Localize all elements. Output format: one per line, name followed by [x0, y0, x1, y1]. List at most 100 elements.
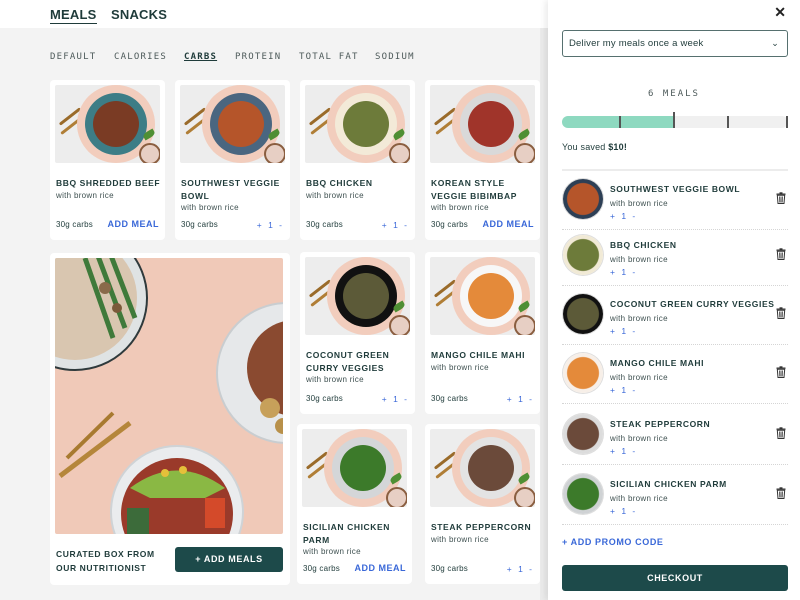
- drink-glass: [389, 143, 410, 163]
- meal-side: with brown rice: [431, 535, 489, 544]
- add-meals-button[interactable]: + ADD MEALS: [175, 547, 283, 572]
- meal-card[interactable]: SOUTHWEST VEGGIE BOWL with brown rice 30…: [175, 80, 290, 240]
- cart-item-name: MANGO CHILE MAHI: [610, 358, 705, 368]
- sort-calories[interactable]: CALORIES: [114, 52, 167, 62]
- cart-item-thumbnail: [563, 353, 603, 393]
- add-meal-button[interactable]: ADD MEAL: [108, 219, 160, 229]
- drink-glass: [514, 487, 535, 507]
- meal-side: with brown rice: [303, 547, 361, 556]
- main-scrollbar[interactable]: [540, 28, 548, 600]
- tab-snacks[interactable]: SNACKS: [111, 7, 167, 22]
- savings-text: You saved $10!: [562, 142, 627, 152]
- checkout-button[interactable]: CHECKOUT: [562, 565, 788, 591]
- add-meal-button[interactable]: ADD MEAL: [355, 563, 407, 573]
- meal-side: with brown rice: [56, 191, 114, 200]
- meal-image: [305, 257, 410, 335]
- quantity-stepper[interactable]: + 1 -: [507, 394, 534, 404]
- meal-carbs: 30g carbs: [431, 394, 468, 403]
- quantity-stepper[interactable]: + 1 -: [382, 394, 409, 404]
- cart-item: STEAK PEPPERCORN with brown rice + 1 -: [562, 407, 788, 465]
- meal-image: [180, 85, 285, 163]
- cart-item-side: with brown rice: [610, 199, 668, 208]
- trash-icon[interactable]: [776, 427, 786, 439]
- meal-carbs: 30g carbs: [181, 220, 218, 229]
- sort-default[interactable]: DEFAULT: [50, 52, 96, 62]
- cart-item-stepper[interactable]: + 1 -: [610, 385, 637, 395]
- trash-icon[interactable]: [776, 366, 786, 378]
- trash-icon[interactable]: [776, 192, 786, 204]
- meal-name: SOUTHWEST VEGGIE BOWL: [181, 178, 280, 201]
- cart-item-thumbnail: [563, 294, 603, 334]
- divider: [562, 169, 788, 171]
- tab-meals[interactable]: MEALS: [50, 7, 97, 24]
- sort-total-fat[interactable]: TOTAL FAT: [299, 52, 359, 62]
- meal-card[interactable]: BBQ SHREDDED BEEF with brown rice 30g ca…: [50, 80, 165, 240]
- cart-item-stepper[interactable]: + 1 -: [610, 267, 637, 277]
- meal-side: with brown rice: [181, 203, 239, 212]
- quantity-stepper[interactable]: + 1 -: [507, 564, 534, 574]
- delivery-frequency-value: Deliver my meals once a week: [569, 38, 704, 49]
- progress-tick-current: [673, 112, 675, 128]
- meal-card[interactable]: BBQ CHICKEN with brown rice 30g carbs + …: [300, 80, 415, 240]
- cart-item: SICILIAN CHICKEN PARM with brown rice + …: [562, 467, 788, 525]
- top-nav: MEALS SNACKS: [0, 0, 548, 28]
- food: [468, 273, 514, 319]
- meal-carbs: 30g carbs: [56, 220, 93, 229]
- close-icon[interactable]: ✕: [774, 4, 786, 21]
- meal-card[interactable]: COCONUT GREEN CURRY VEGGIES with brown r…: [300, 252, 415, 414]
- food: [343, 273, 389, 319]
- food: [93, 101, 139, 147]
- meal-name: MANGO CHILE MAHI: [431, 350, 526, 360]
- meal-side: with brown rice: [431, 203, 489, 212]
- delivery-frequency-select[interactable]: Deliver my meals once a week ⌄: [562, 30, 788, 57]
- drink-glass: [264, 143, 285, 163]
- sort-carbs[interactable]: CARBS: [184, 52, 217, 62]
- cart-item: COCONUT GREEN CURRY VEGGIES with brown r…: [562, 287, 788, 345]
- chevron-down-icon: ⌄: [771, 38, 779, 48]
- meal-image: [305, 85, 410, 163]
- trash-icon[interactable]: [776, 307, 786, 319]
- cart-item-thumbnail: [563, 235, 603, 275]
- meal-card[interactable]: MANGO CHILE MAHI with brown rice 30g car…: [425, 252, 540, 414]
- quantity-stepper[interactable]: + 1 -: [257, 220, 284, 230]
- meal-carbs: 30g carbs: [306, 394, 343, 403]
- cart-item: SOUTHWEST VEGGIE BOWL with brown rice + …: [562, 172, 788, 230]
- quantity-stepper[interactable]: + 1 -: [382, 220, 409, 230]
- cart-item-side: with brown rice: [610, 373, 668, 382]
- cart-item-name: BBQ CHICKEN: [610, 240, 677, 250]
- meal-card[interactable]: SICILIAN CHICKEN PARM with brown rice 30…: [297, 424, 412, 584]
- cart-item-name: SOUTHWEST VEGGIE BOWL: [610, 184, 741, 194]
- food: [343, 101, 389, 147]
- drink-glass: [139, 143, 160, 163]
- meal-card[interactable]: KOREAN STYLE VEGGIE BIBIMBAP with brown …: [425, 80, 540, 240]
- meals-count: 6 MEALS: [648, 89, 700, 99]
- food: [468, 101, 514, 147]
- meal-carbs: 30g carbs: [431, 220, 468, 229]
- savings-prefix: You saved: [562, 142, 609, 152]
- cart-item-side: with brown rice: [610, 314, 668, 323]
- meal-name: COCONUT GREEN CURRY VEGGIES: [306, 350, 390, 373]
- meal-card[interactable]: STEAK PEPPERCORN with brown rice 30g car…: [425, 424, 540, 584]
- meals-progress-bar: [562, 112, 788, 128]
- meal-image: [430, 429, 535, 507]
- meal-carbs: 30g carbs: [431, 564, 468, 573]
- cart-item-stepper[interactable]: + 1 -: [610, 326, 637, 336]
- sort-sodium[interactable]: SODIUM: [375, 52, 415, 62]
- drink-glass: [514, 143, 535, 163]
- trash-icon[interactable]: [776, 248, 786, 260]
- meal-name: BBQ CHICKEN: [306, 178, 373, 188]
- sort-protein[interactable]: PROTEIN: [235, 52, 281, 62]
- meal-name: BBQ SHREDDED BEEF: [56, 178, 161, 188]
- meal-name: KOREAN STYLE VEGGIE BIBIMBAP: [431, 178, 517, 201]
- progress-tick: [619, 116, 621, 128]
- progress-tick: [727, 116, 729, 128]
- trash-icon[interactable]: [776, 487, 786, 499]
- cart-item-thumbnail: [563, 414, 603, 454]
- cart-item-stepper[interactable]: + 1 -: [610, 506, 637, 516]
- cart-item-stepper[interactable]: + 1 -: [610, 211, 637, 221]
- food: [340, 445, 386, 491]
- cart-item-stepper[interactable]: + 1 -: [610, 446, 637, 456]
- add-meal-button[interactable]: ADD MEAL: [483, 219, 535, 229]
- cart-item-name: SICILIAN CHICKEN PARM: [610, 479, 727, 489]
- add-promo-code-link[interactable]: + ADD PROMO CODE: [562, 537, 664, 547]
